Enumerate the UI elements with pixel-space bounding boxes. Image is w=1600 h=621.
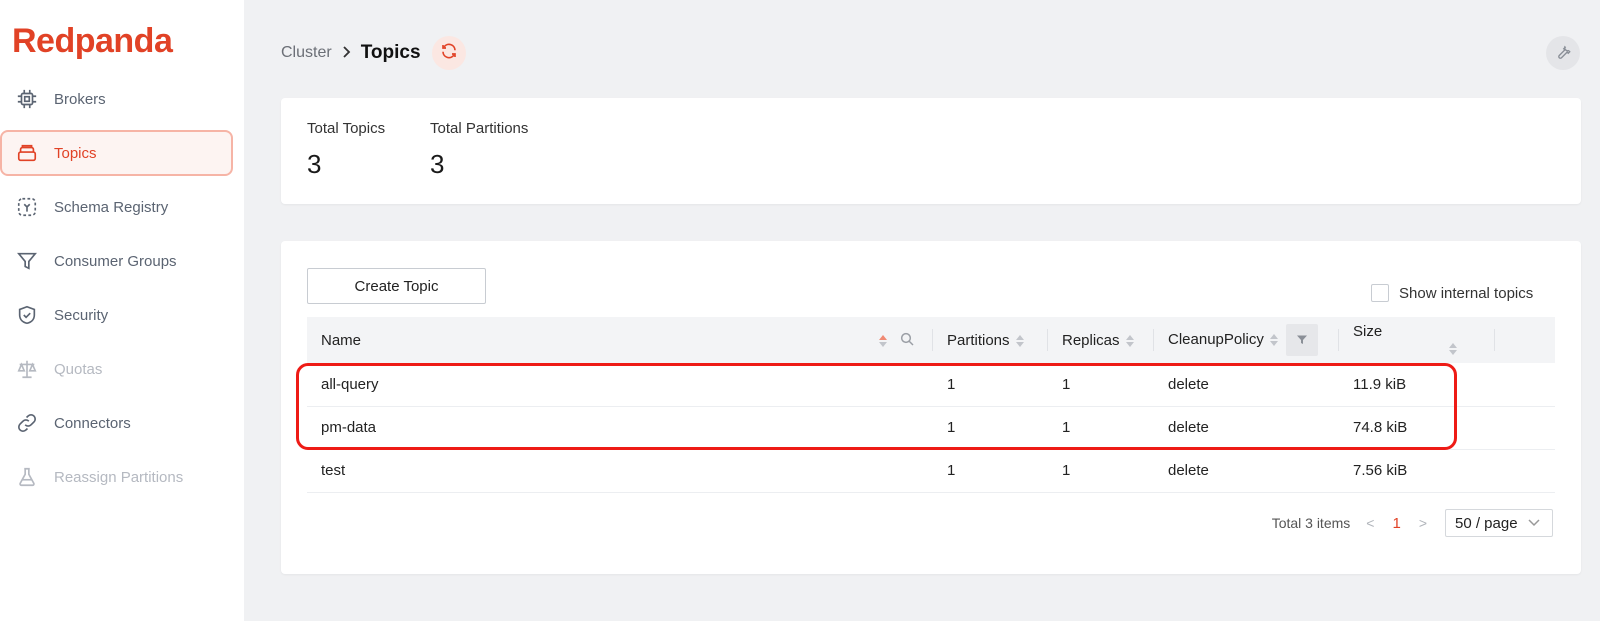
column-header-actions [1495, 317, 1555, 363]
stack-icon [16, 142, 38, 164]
pagination-total: Total 3 items [1271, 515, 1351, 531]
breadcrumb-cluster-link[interactable]: Cluster [281, 44, 332, 62]
sort-icon[interactable] [879, 334, 887, 348]
stat-value: 3 [430, 149, 445, 179]
show-internal-topics-toggle[interactable]: Show internal topics [1371, 284, 1533, 302]
pagination: Total 3 items < 1 > 50 / page [1272, 509, 1553, 537]
sidebar-item-label: Quotas [54, 360, 103, 378]
sidebar-item-schema-registry[interactable]: Schema Registry [0, 184, 244, 230]
show-internal-label: Show internal topics [1399, 284, 1534, 302]
search-icon[interactable] [899, 331, 915, 351]
funnel-icon [16, 250, 38, 272]
sidebar-item-label: Connectors [54, 414, 131, 432]
cell-replicas: 1 [1048, 363, 1154, 407]
cell-cleanup-policy: delete [1154, 363, 1339, 407]
column-label: Replicas [1062, 331, 1120, 349]
sort-icon[interactable] [1015, 334, 1024, 348]
sidebar-item-label: Reassign Partitions [54, 468, 184, 486]
cell-replicas: 1 [1048, 406, 1154, 450]
stats-card: Total Topics 3 Total Partitions 3 [281, 98, 1581, 204]
sidebar-item-label: Topics [54, 144, 97, 162]
column-label: CleanupPolicy [1168, 330, 1264, 348]
cell-partitions: 1 [933, 363, 1048, 407]
sidebar-item-label: Schema Registry [54, 198, 169, 216]
wrench-icon [1554, 42, 1572, 65]
column-label: Size [1353, 323, 1383, 340]
cell-replicas: 1 [1048, 449, 1154, 493]
cell-size: 74.8 kiB [1339, 406, 1495, 450]
sidebar-item-topics[interactable]: Topics [0, 130, 233, 176]
chevron-down-icon [1528, 516, 1540, 530]
redpanda-logo[interactable]: Redpanda [12, 22, 173, 61]
sort-icon[interactable] [1449, 342, 1457, 356]
topic-name-link[interactable]: pm-data [307, 406, 933, 450]
chevron-right-icon [342, 45, 351, 61]
topics-table-card: Create Topic Show internal topics Name P… [281, 241, 1581, 574]
sidebar-item-consumer-groups[interactable]: Consumer Groups [0, 238, 244, 284]
topics-table: Name Partitions Replicas CleanupPolicy S… [307, 317, 1555, 493]
stat-label: Total Topics [307, 120, 386, 137]
flask-icon [16, 466, 38, 488]
table-header-row: Name Partitions Replicas CleanupPolicy S… [307, 317, 1555, 363]
topic-name-link[interactable]: all-query [307, 363, 933, 407]
table-row[interactable]: all-query 1 1 delete 11.9 kiB [307, 363, 1555, 407]
sidebar-item-label: Consumer Groups [54, 252, 177, 270]
stat-total-partitions: Total Partitions 3 [430, 120, 528, 180]
breadcrumb: Cluster Topics [281, 40, 421, 66]
sidebar-item-connectors[interactable]: Connectors [0, 400, 244, 446]
scale-icon [16, 358, 38, 380]
cell-actions [1495, 363, 1555, 407]
sidebar-item-label: Security [54, 306, 109, 324]
cell-size: 11.9 kiB [1339, 363, 1495, 407]
link-icon [16, 412, 38, 434]
filter-icon[interactable] [1285, 324, 1318, 356]
page-1-button[interactable]: 1 [1392, 515, 1400, 532]
column-header-partitions[interactable]: Partitions [933, 317, 1048, 363]
sidebar-item-quotas: Quotas [0, 346, 244, 392]
cell-size: 7.56 kiB [1339, 449, 1495, 493]
stat-label: Total Partitions [430, 120, 529, 137]
column-header-name[interactable]: Name [307, 317, 933, 363]
column-label: Name [321, 331, 362, 349]
sidebar-item-label: Brokers [54, 90, 106, 108]
cell-cleanup-policy: delete [1154, 406, 1339, 450]
cell-actions [1495, 449, 1555, 493]
create-topic-button[interactable]: Create Topic [307, 268, 486, 304]
sort-icon[interactable] [1269, 333, 1278, 347]
refresh-button[interactable] [432, 36, 466, 70]
sidebar-item-reassign-partitions: Reassign Partitions [0, 454, 244, 500]
cell-actions [1495, 406, 1555, 450]
next-page-button[interactable]: > [1419, 515, 1427, 531]
show-internal-checkbox[interactable] [1371, 284, 1389, 302]
page-title: Topics [360, 42, 421, 63]
page-size-value: 50 / page [1455, 514, 1518, 532]
cell-partitions: 1 [933, 449, 1048, 493]
settings-button[interactable] [1546, 36, 1580, 70]
column-label: Partitions [947, 331, 1010, 349]
sidebar: Redpanda Brokers Topics Schema Registry … [0, 0, 244, 621]
sort-icon[interactable] [1125, 334, 1134, 348]
column-header-cleanup-policy[interactable]: CleanupPolicy [1154, 317, 1339, 363]
table-row[interactable]: test 1 1 delete 7.56 kiB [307, 449, 1555, 493]
prev-page-button[interactable]: < [1366, 515, 1374, 531]
column-header-replicas[interactable]: Replicas [1048, 317, 1154, 363]
stat-value: 3 [307, 149, 322, 179]
topic-name-link[interactable]: test [307, 449, 933, 493]
sidebar-item-security[interactable]: Security [0, 292, 244, 338]
cell-cleanup-policy: delete [1154, 449, 1339, 493]
page-size-select[interactable]: 50 / page [1445, 509, 1553, 537]
refresh-icon [440, 42, 458, 65]
schema-icon [16, 196, 38, 218]
table-row[interactable]: pm-data 1 1 delete 74.8 kiB [307, 406, 1555, 450]
sidebar-item-brokers[interactable]: Brokers [0, 76, 244, 122]
stat-total-topics: Total Topics 3 [307, 120, 385, 180]
shield-icon [16, 304, 38, 326]
cell-partitions: 1 [933, 406, 1048, 450]
sidebar-nav: Brokers Topics Schema Registry Consumer … [0, 76, 244, 508]
chip-icon [16, 88, 38, 110]
column-header-size[interactable]: Size [1339, 317, 1495, 363]
